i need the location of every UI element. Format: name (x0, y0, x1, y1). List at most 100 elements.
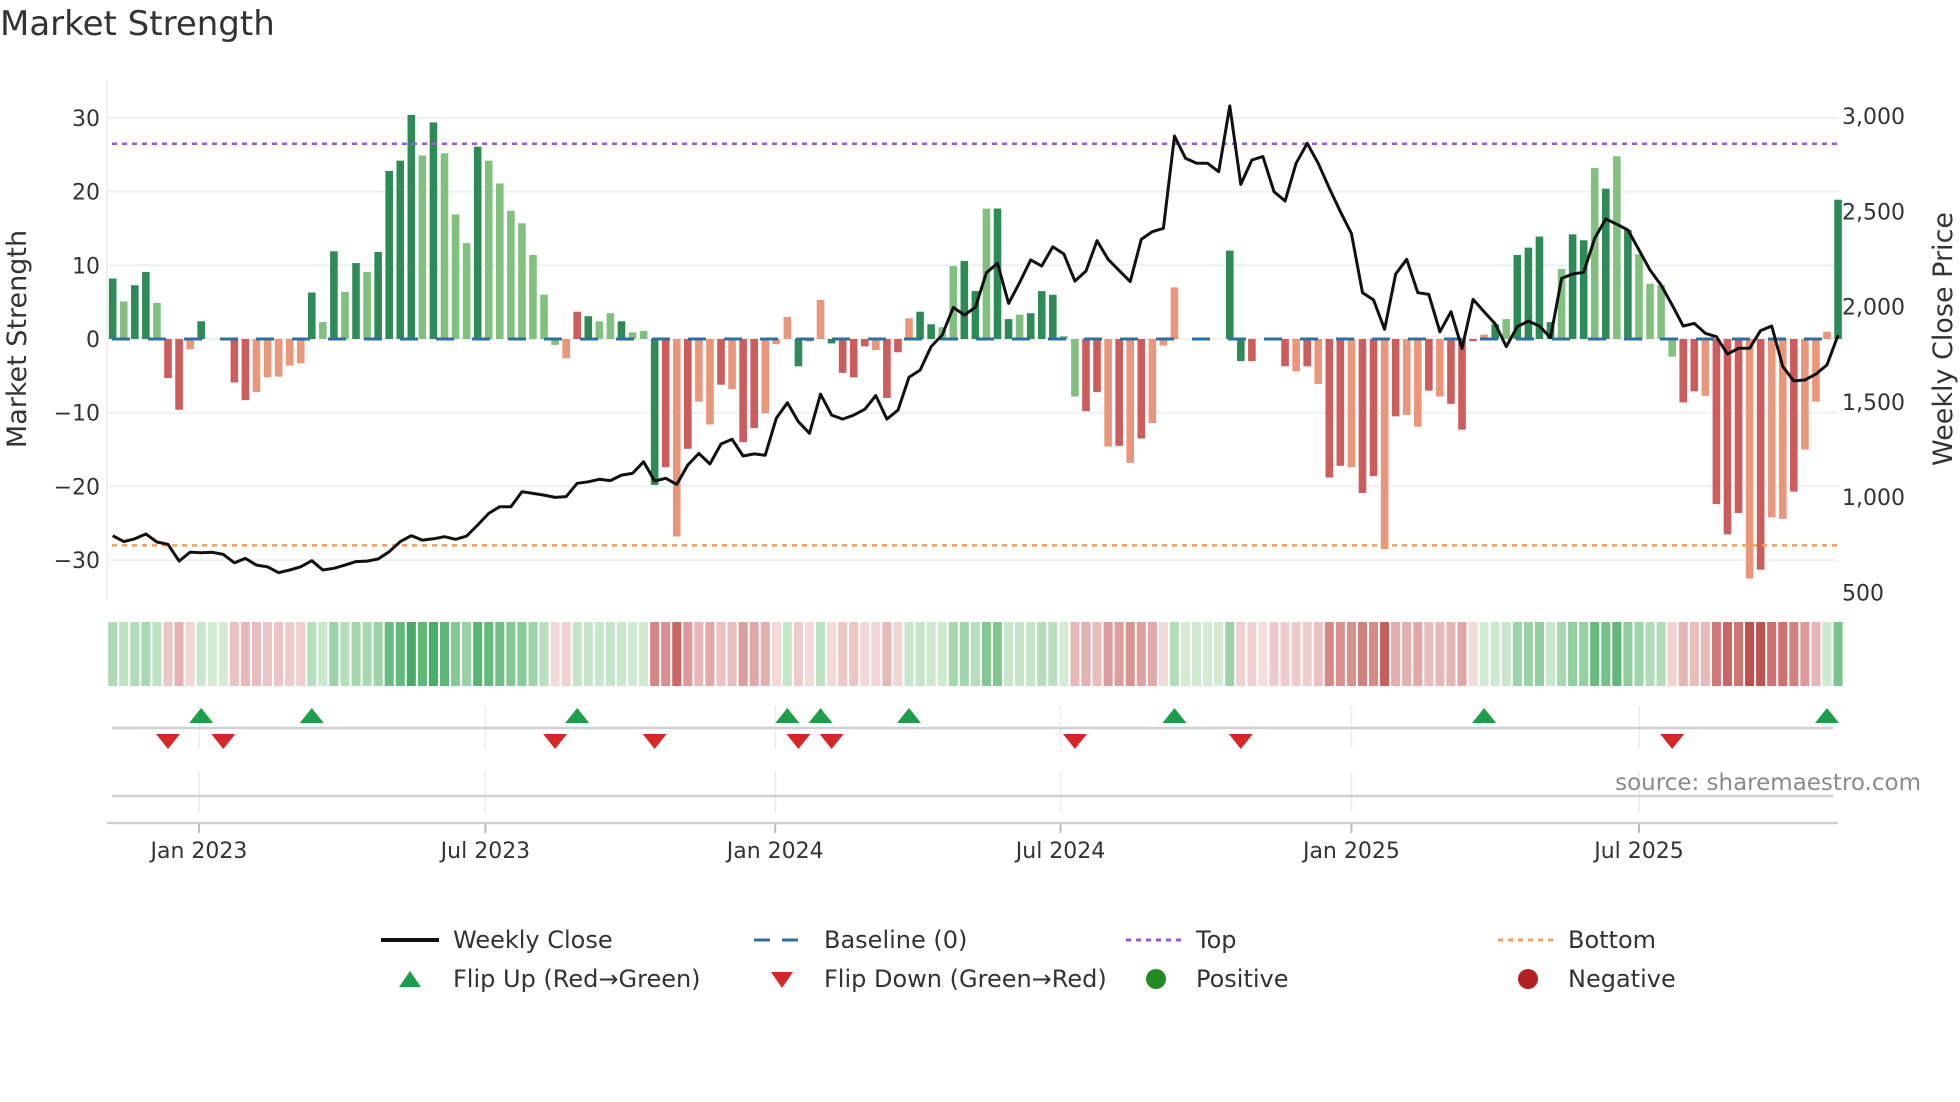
heatmap-cell (1579, 622, 1589, 686)
strength-bar (860, 339, 869, 347)
heatmap-cell (1280, 622, 1290, 686)
heatmap-cell (1523, 622, 1533, 686)
strength-bar (175, 339, 183, 410)
dashed-line-swatch-icon (754, 938, 810, 942)
strength-bar (1248, 339, 1256, 362)
heatmap-cell (650, 622, 660, 686)
strength-bar (573, 311, 582, 339)
strength-bar (429, 122, 438, 340)
strength-bar (750, 339, 758, 429)
heatmap-cell (1601, 622, 1611, 686)
legend-label: Positive (1196, 965, 1289, 993)
strength-bar (916, 311, 924, 339)
strength-bar (1413, 339, 1422, 427)
strength-bar (230, 339, 239, 383)
strength-bar (794, 339, 803, 367)
flip-up-marker (565, 708, 590, 723)
strength-bar (1380, 339, 1389, 550)
heatmap-cell (793, 622, 803, 686)
strength-bar (838, 339, 847, 373)
heatmap-cell (163, 622, 173, 686)
heatmap-cell (1479, 622, 1489, 686)
strength-bar (783, 316, 792, 339)
strength-bar (1447, 339, 1455, 404)
heatmap-cell (1612, 622, 1622, 686)
heatmap-cell (760, 622, 770, 686)
strength-bar (1834, 199, 1842, 339)
flip-up-marker (299, 708, 324, 723)
strength-bar (119, 301, 128, 339)
strength-bar (739, 339, 747, 443)
strength-bar (1579, 240, 1588, 339)
strength-bar (518, 223, 526, 339)
strength-bar (142, 271, 150, 339)
heatmap-cell (484, 622, 494, 686)
heatmap-cell (1623, 622, 1633, 686)
strength-bar (1436, 339, 1444, 397)
strength-bar (1524, 247, 1533, 339)
strength-bar (1458, 339, 1466, 430)
strength-bar (1148, 339, 1157, 424)
strength-bar (1049, 294, 1057, 339)
heatmap-cell (395, 622, 405, 686)
heatmap-cell (893, 622, 903, 686)
heatmap-cell (1756, 622, 1766, 686)
heatmap-cell (1125, 622, 1135, 686)
strength-bar (695, 339, 703, 402)
x-tick-label: Jul 2025 (1592, 839, 1684, 864)
heatmap-cell (1767, 622, 1777, 686)
heatmap-cell (1402, 622, 1412, 686)
strength-bar (1801, 339, 1809, 450)
strength-bar (363, 271, 371, 339)
heatmap-cell (1778, 622, 1788, 686)
heatmap-cell (428, 622, 438, 686)
strength-bar (1170, 287, 1179, 339)
heatmap-cell (384, 622, 394, 686)
flip-down-marker (642, 734, 667, 749)
heatmap-cell (816, 622, 826, 686)
heatmap-cell (439, 622, 450, 686)
flip-down-marker (211, 734, 236, 749)
flip-up-marker (1472, 708, 1497, 723)
heatmap-cell (926, 622, 936, 686)
heatmap-cell (1468, 622, 1478, 686)
strength-bar (960, 260, 969, 339)
strength-bar (1767, 339, 1776, 518)
heatmap-cell (959, 622, 969, 686)
legend-weekly-close: Weekly Close (381, 925, 613, 955)
heatmap-cell (1225, 622, 1235, 686)
strength-bar (252, 339, 261, 393)
legend-label: Weekly Close (453, 926, 613, 954)
heatmap-cell (771, 622, 781, 686)
strength-bar (883, 339, 891, 398)
heatmap-cell (882, 622, 892, 686)
heatmap-cell (1490, 622, 1500, 686)
strength-bar (584, 316, 593, 339)
heatmap-cell (1789, 622, 1799, 686)
heatmap-cell (1380, 622, 1390, 686)
heatmap-cell (838, 622, 848, 686)
heatmap-cell (318, 622, 328, 686)
strength-bar (927, 324, 935, 339)
heatmap-cell (185, 622, 195, 686)
y-tick-label: −20 (54, 475, 100, 500)
heatmap-cell (705, 622, 715, 686)
heatmap-cell (1413, 622, 1423, 686)
strength-bar (1082, 339, 1090, 412)
heatmap-cell (1114, 622, 1124, 686)
strength-bar (1425, 339, 1433, 391)
heatmap-cell (229, 622, 239, 686)
heatmap-cell (1158, 622, 1168, 686)
heatmap-cell (904, 622, 914, 686)
x-tick-label: Jul 2024 (1014, 839, 1106, 864)
heatmap-cell (827, 622, 837, 686)
strength-bar (1026, 313, 1035, 339)
heatmap-cell (639, 622, 649, 686)
strength-bar (407, 114, 416, 340)
triangle-up-icon (399, 971, 421, 987)
heatmap-cell (329, 622, 339, 686)
heatmap-cell (108, 622, 118, 686)
heatmap-cell (683, 622, 693, 686)
strength-bar (274, 339, 283, 377)
line-swatch-icon (381, 938, 439, 942)
